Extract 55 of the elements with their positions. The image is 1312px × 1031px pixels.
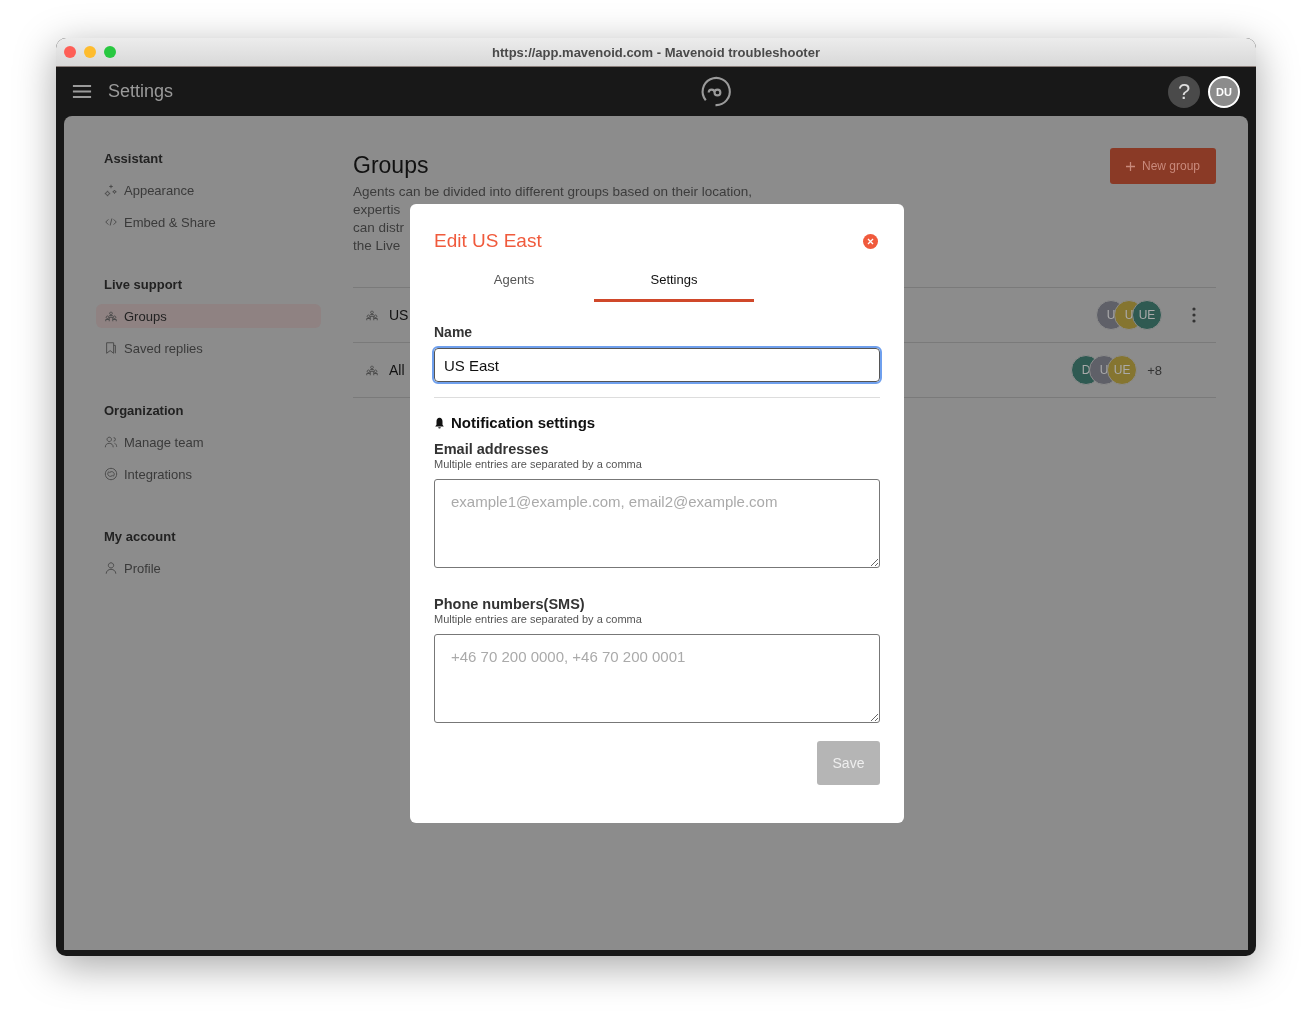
bookmark-icon bbox=[104, 341, 118, 355]
maximize-icon[interactable] bbox=[104, 46, 116, 58]
description-text: can distr bbox=[353, 219, 405, 237]
code-icon bbox=[104, 215, 118, 229]
window-title: https://app.mavenoid.com - Mavenoid troubleshooter bbox=[492, 44, 820, 60]
sidebar-heading: Assistant bbox=[104, 151, 164, 166]
description-text: expertis bbox=[353, 201, 401, 219]
text-area[interactable]: example1@example.com, email2@example.com bbox=[434, 479, 880, 568]
agent-avatar: UE bbox=[1107, 355, 1138, 385]
name-field[interactable]: US East bbox=[434, 348, 880, 382]
logo-icon bbox=[699, 75, 733, 108]
group-icon bbox=[365, 308, 379, 322]
group-name: US bbox=[389, 307, 409, 323]
description-text: Agents can be divided into different groups based on their location, bbox=[353, 183, 753, 201]
agent-avatar: UE bbox=[1132, 300, 1162, 330]
more-options-icon[interactable] bbox=[1192, 307, 1196, 323]
sidebar-item[interactable]: Appearance bbox=[96, 178, 321, 202]
close-icon[interactable] bbox=[64, 46, 76, 58]
tab[interactable]: Settings bbox=[594, 266, 754, 302]
field-hint: Multiple entries are separated by a comma bbox=[434, 613, 643, 625]
more-count: +8 bbox=[1147, 362, 1162, 378]
field-label: Phone numbers(SMS) bbox=[434, 596, 586, 612]
sparkle-icon bbox=[104, 183, 118, 197]
field-label: Email addresses bbox=[434, 441, 550, 457]
page-heading: Groups bbox=[353, 152, 430, 179]
page-title: Settings bbox=[108, 81, 174, 102]
user-avatar[interactable]: DU bbox=[1208, 75, 1240, 108]
sidebar-heading: My account bbox=[104, 529, 177, 544]
new-group-button[interactable]: New group bbox=[1109, 148, 1216, 184]
help-button[interactable]: ? bbox=[1168, 75, 1200, 108]
link-icon bbox=[104, 467, 118, 481]
group-icon bbox=[365, 363, 379, 377]
section-heading: Notification settings bbox=[451, 414, 596, 431]
sidebar-item[interactable]: Profile bbox=[96, 556, 321, 580]
bell-icon bbox=[434, 416, 445, 429]
sidebar-heading: Live support bbox=[104, 277, 183, 292]
team-icon bbox=[104, 435, 118, 449]
group-icon bbox=[104, 309, 118, 323]
dialog-title: Edit US East bbox=[434, 230, 542, 252]
menu-icon[interactable] bbox=[72, 84, 92, 99]
description-text: the Live bbox=[353, 237, 401, 255]
sidebar-heading: Organization bbox=[104, 403, 185, 418]
sidebar-item[interactable]: Saved replies bbox=[96, 336, 321, 360]
field-hint: Multiple entries are separated by a comma bbox=[434, 458, 643, 470]
close-icon[interactable] bbox=[863, 233, 878, 249]
plus-icon bbox=[1125, 161, 1135, 171]
sidebar-item[interactable]: Groups bbox=[96, 304, 321, 328]
sidebar-item[interactable]: Manage team bbox=[96, 430, 321, 454]
group-name: All bbox=[389, 362, 405, 378]
sidebar-item[interactable]: Integrations bbox=[96, 462, 321, 486]
field-label: Name bbox=[434, 324, 474, 340]
text-area[interactable]: +46 70 200 0000, +46 70 200 0001 bbox=[434, 634, 880, 723]
sidebar-item[interactable]: Embed & Share bbox=[96, 210, 321, 234]
tab[interactable]: Agents bbox=[434, 266, 594, 302]
person-icon bbox=[104, 561, 118, 575]
